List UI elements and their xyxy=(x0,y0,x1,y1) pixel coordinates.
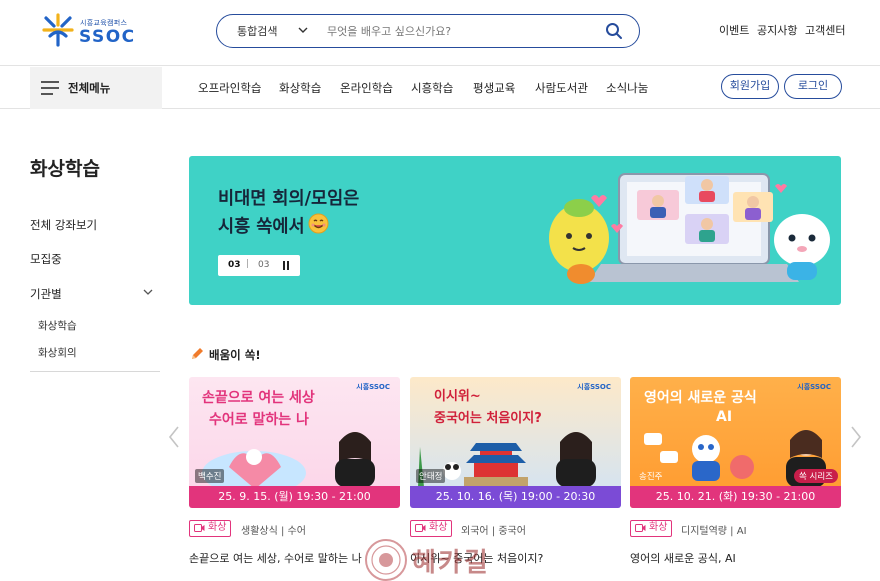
course-title-link[interactable]: 이시위~ 중국어는 처음이지? xyxy=(410,550,543,566)
login-button[interactable]: 로그인 xyxy=(784,74,842,99)
course-card-thumbnail[interactable]: 시흥SSOC 손끝으로 여는 세상 수어로 말하는 나 백수진 25. 9. 1… xyxy=(189,377,400,508)
card-image-title-line1: 영어의 새로운 공식 xyxy=(644,390,757,406)
pager-separator: | xyxy=(246,259,250,269)
search-input[interactable] xyxy=(327,21,587,41)
search-bar: 통합검색 xyxy=(216,14,640,48)
events-link[interactable]: 이벤트 xyxy=(719,22,749,38)
chevron-down-icon[interactable] xyxy=(142,287,154,297)
notice-link[interactable]: 공지사항 xyxy=(757,22,797,38)
carousel-next-arrow-icon[interactable] xyxy=(849,425,863,449)
banner-pager: 03 | 03 xyxy=(218,255,300,276)
main-nav: 전체메뉴 오프라인학습 화상학습 온라인학습 시흥학습 평생교육 사람도서관 소… xyxy=(0,67,880,109)
search-icon[interactable] xyxy=(605,22,623,40)
chevron-down-icon[interactable] xyxy=(297,25,309,35)
card-brand-logo: 시흥SSOC xyxy=(797,383,831,391)
course-type-label: 화상 xyxy=(649,522,668,533)
course-category: 디지털역량 | AI xyxy=(681,526,747,537)
instructor-name: 송진주 xyxy=(639,472,663,482)
smile-emoji-icon xyxy=(308,213,329,234)
instructor-name: 백수진 xyxy=(195,469,225,483)
course-category: 외국어 | 중국어 xyxy=(461,526,526,537)
ssoc-logo[interactable]: 시흥교육캠퍼스 SSOC xyxy=(40,12,140,52)
video-camera-icon xyxy=(194,524,205,532)
banner-headline-2: 시흥 쏙에서 xyxy=(218,217,305,237)
course-title-link[interactable]: 영어의 새로운 공식, AI xyxy=(630,550,736,566)
course-type-badge: 화상 xyxy=(630,520,673,537)
card-image-title-line1: 이시위~ xyxy=(434,389,481,404)
pager-current: 03 xyxy=(228,260,241,270)
card-image-title-line2: 수어로 말하는 나 xyxy=(209,412,309,428)
course-card-thumbnail[interactable]: 시흥SSOC 영어의 새로운 공식 AI 송진주 쏙 시리즈 25. 10. 2… xyxy=(630,377,841,508)
pause-icon[interactable] xyxy=(282,261,290,270)
nav-item-siheung[interactable]: 시흥학습 xyxy=(411,80,453,96)
video-meeting-illustration xyxy=(549,173,830,284)
instructor-name: 안태정 xyxy=(416,469,446,483)
course-schedule: 25. 10. 16. (목) 19:00 - 20:30 xyxy=(410,486,621,508)
course-title-link[interactable]: 손끝으로 여는 세상, 수어로 말하는 나 xyxy=(189,550,362,566)
sidebar-subitem-video-meeting[interactable]: 화상회의 xyxy=(38,345,77,360)
video-camera-icon xyxy=(415,524,426,532)
course-type-badge: 화상 xyxy=(410,520,453,537)
card-brand-logo: 시흥SSOC xyxy=(356,383,390,391)
customer-center-link[interactable]: 고객센터 xyxy=(805,22,845,38)
sidebar-item-recruiting[interactable]: 모집중 xyxy=(30,251,62,267)
nav-item-news[interactable]: 소식나눔 xyxy=(606,80,648,96)
hamburger-icon xyxy=(41,81,59,95)
sidebar-divider xyxy=(30,371,160,372)
course-schedule: 25. 10. 21. (화) 19:30 - 21:00 xyxy=(630,486,841,508)
nav-item-human-library[interactable]: 사람도서관 xyxy=(535,80,588,96)
all-menu-button[interactable]: 전체메뉴 xyxy=(30,67,162,109)
series-badge: 쏙 시리즈 xyxy=(794,469,838,483)
section-title: 배움이 쏙! xyxy=(209,348,261,362)
logo-mark-icon xyxy=(42,13,74,47)
card-image-title-line2: AI xyxy=(716,409,733,425)
all-menu-label: 전체메뉴 xyxy=(68,81,111,95)
pager-total: 03 xyxy=(258,260,270,270)
search-scope-select[interactable]: 통합검색 xyxy=(237,23,277,39)
card-brand-logo: 시흥SSOC xyxy=(577,383,611,391)
seal-stamp-icon xyxy=(365,539,407,581)
carousel-prev-arrow-icon[interactable] xyxy=(167,425,181,449)
card-image-title-line2: 중국어는 처음이지? xyxy=(434,411,542,426)
course-type-badge: 화상 xyxy=(189,520,232,537)
pencil-icon xyxy=(192,348,203,359)
card-image-title-line1: 손끝으로 여는 세상 xyxy=(202,390,315,406)
course-schedule: 25. 9. 15. (월) 19:30 - 21:00 xyxy=(189,486,400,508)
hero-banner[interactable]: 비대면 회의/모임은 시흥 쏙에서 03 | 03 xyxy=(189,156,841,305)
sidebar-title: 화상학습 xyxy=(30,158,100,180)
signup-button[interactable]: 회원가입 xyxy=(721,74,779,99)
course-type-label: 화상 xyxy=(429,522,448,533)
logo-wordmark: SSOC xyxy=(79,27,136,47)
video-camera-icon xyxy=(635,524,646,532)
course-category: 생활상식 | 수어 xyxy=(241,526,306,537)
top-header: 시흥교육캠퍼스 SSOC 통합검색 이벤트 공지사항 고객센터 xyxy=(0,0,880,66)
nav-item-lifelong[interactable]: 평생교육 xyxy=(473,80,515,96)
course-type-label: 화상 xyxy=(208,522,227,533)
nav-item-video[interactable]: 화상학습 xyxy=(279,80,321,96)
nav-item-offline[interactable]: 오프라인학습 xyxy=(198,80,261,96)
sidebar-subitem-video-learning[interactable]: 화상학습 xyxy=(38,318,77,333)
banner-headline-1: 비대면 회의/모임은 xyxy=(218,189,360,209)
nav-item-online[interactable]: 온라인학습 xyxy=(340,80,393,96)
sidebar-item-all-courses[interactable]: 전체 강좌보기 xyxy=(30,217,97,233)
sidebar-item-by-institution[interactable]: 기관별 xyxy=(30,286,62,302)
course-card-thumbnail[interactable]: 시흥SSOC 이시위~ 중국어는 처음이지? 안태정 25. 10. 16. (… xyxy=(410,377,621,508)
